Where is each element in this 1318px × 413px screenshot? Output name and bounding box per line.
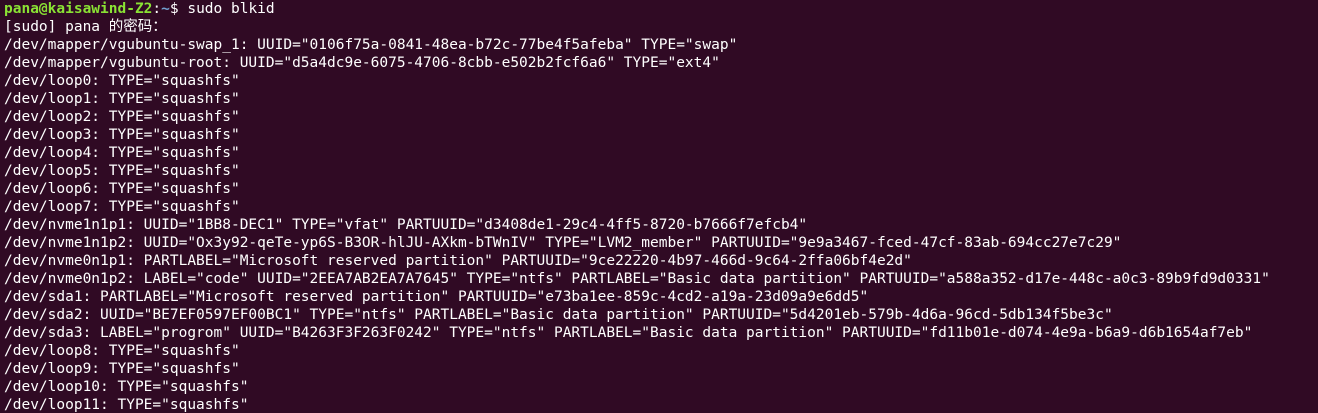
prompt-line: pana@kaisawind-Z2:~$ sudo blkid [4,0,1318,18]
output-line: /dev/sda2: UUID="BE7EF0597EF00BC1" TYPE=… [4,307,1113,323]
output-line: /dev/mapper/vgubuntu-root: UUID="d5a4dc9… [4,55,720,71]
output-line: /dev/loop7: TYPE="squashfs" [4,199,240,215]
output-line: /dev/nvme1n1p1: UUID="1BB8-DEC1" TYPE="v… [4,217,808,233]
terminal-window[interactable]: pana@kaisawind-Z2:~$ sudo blkid [sudo] p… [0,0,1318,413]
output-line: /dev/nvme1n1p2: UUID="Ox3y92-qeTe-yp6S-B… [4,235,1122,251]
output-line: /dev/loop11: TYPE="squashfs" [4,397,249,413]
output-line: /dev/loop2: TYPE="squashfs" [4,109,240,125]
output-line: /dev/loop3: TYPE="squashfs" [4,127,240,143]
output-line: [sudo] pana 的密码： [4,19,167,35]
prompt-path: ~ [161,1,170,17]
output-line: /dev/nvme0n1p2: LABEL="code" UUID="2EEA7… [4,271,1270,287]
prompt-user-host: pana@kaisawind-Z2 [4,1,153,17]
output-line: /dev/loop8: TYPE="squashfs" [4,343,240,359]
output-line: /dev/loop1: TYPE="squashfs" [4,91,240,107]
command-text: sudo blkid [187,1,275,17]
output-line: /dev/loop9: TYPE="squashfs" [4,361,240,377]
output-line: /dev/loop10: TYPE="squashfs" [4,379,249,395]
output-line: /dev/loop4: TYPE="squashfs" [4,145,240,161]
output-line: /dev/mapper/vgubuntu-swap_1: UUID="0106f… [4,37,738,53]
output-line: /dev/sda3: LABEL="progrom" UUID="B4263F3… [4,325,1253,341]
prompt-separator: : [152,1,162,17]
output-line: /dev/sda1: PARTLABEL="Microsoft reserved… [4,289,869,305]
output-line: /dev/loop0: TYPE="squashfs" [4,73,240,89]
output-line: /dev/loop5: TYPE="squashfs" [4,163,240,179]
output-line: /dev/loop6: TYPE="squashfs" [4,181,240,197]
output-line: /dev/nvme0n1p1: PARTLABEL="Microsoft res… [4,253,912,269]
prompt-dollar: $ [169,1,188,17]
